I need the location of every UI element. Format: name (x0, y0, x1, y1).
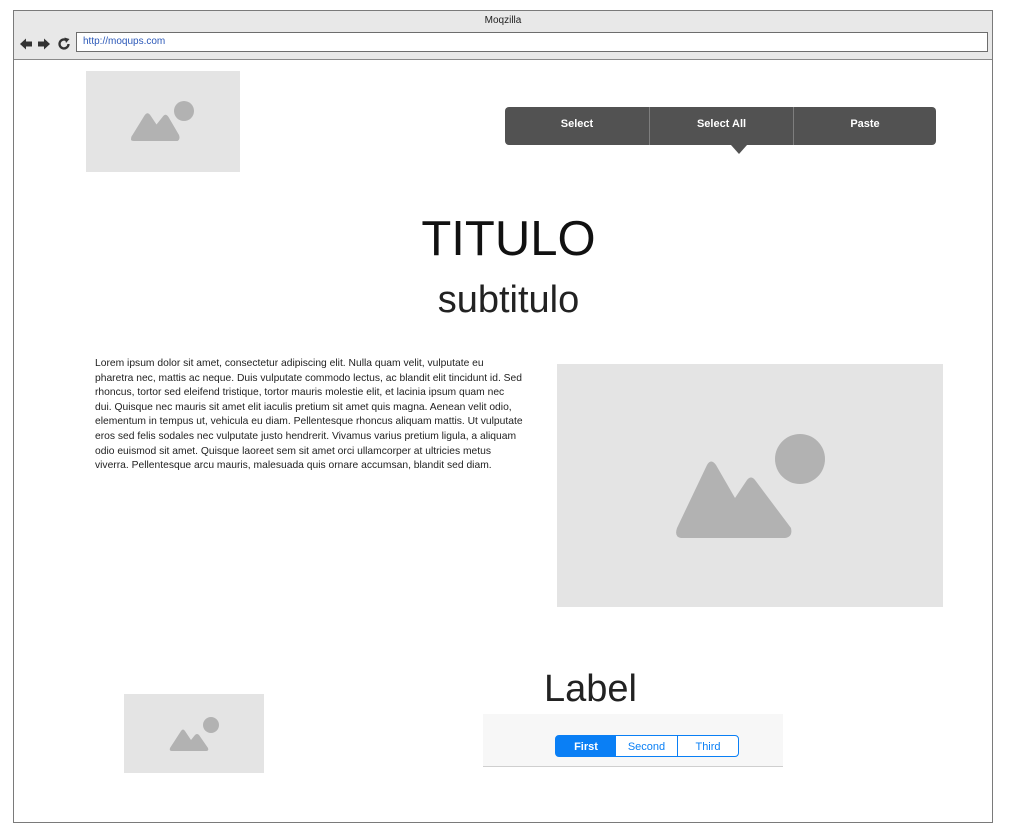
section-label: Label (544, 668, 637, 710)
segment-first[interactable]: First (555, 735, 617, 757)
menu-item-select-all[interactable]: Select All (650, 107, 793, 145)
image-placeholder-small (124, 694, 264, 773)
window-title: Moqzilla (484, 15, 522, 26)
menu-item-select[interactable]: Select (505, 107, 649, 145)
segment-third[interactable]: Third (677, 735, 739, 757)
reload-icon[interactable] (57, 37, 71, 51)
image-icon (676, 434, 825, 538)
arrow-right-icon[interactable] (37, 37, 51, 51)
image-placeholder-logo (86, 71, 240, 172)
page-title: TITULO (421, 212, 596, 266)
browser-toolbar: Moqzilla http://moqups.com (14, 11, 992, 60)
menu-item-paste[interactable]: Paste (794, 107, 936, 145)
menu-pointer (731, 145, 747, 154)
body-paragraph: Lorem ipsum dolor sit amet, consectetur … (95, 358, 523, 472)
arrow-left-icon[interactable] (19, 37, 33, 51)
segment-second[interactable]: Second (616, 735, 678, 757)
context-menu: Select Select All Paste (505, 107, 936, 154)
image-placeholder-main (557, 364, 943, 607)
segmented-control-bar: First Second Third (483, 714, 783, 767)
image-icon (169, 717, 219, 751)
address-bar[interactable]: http://moqups.com (76, 32, 988, 52)
image-icon (131, 101, 194, 141)
page-subtitle: subtitulo (437, 279, 580, 321)
